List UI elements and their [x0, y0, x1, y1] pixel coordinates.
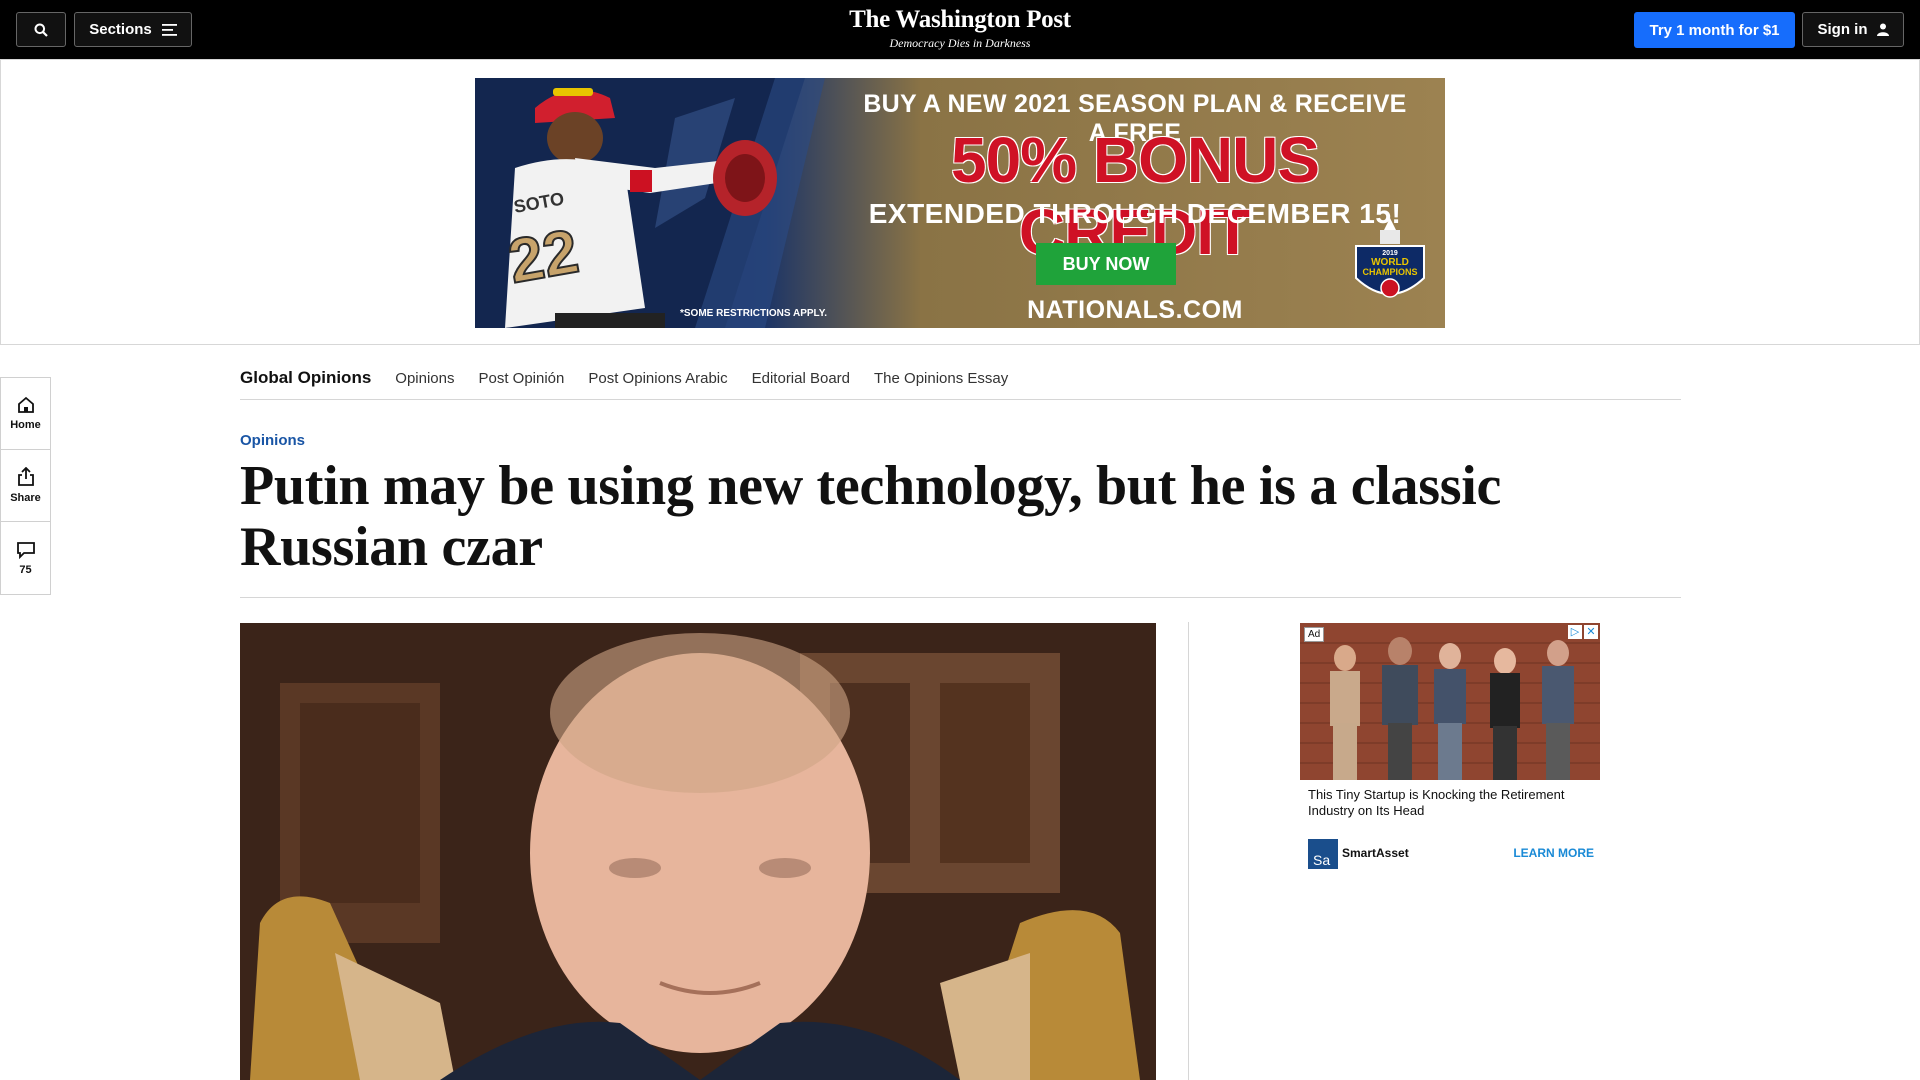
banner-line-3: EXTENDED THROUGH DECEMBER 15! [868, 198, 1402, 229]
ad-label: Ad [1304, 627, 1325, 642]
comments-rail-button[interactable]: 75 [1, 522, 50, 594]
ad-photo[interactable]: Ad ▷ ✕ [1300, 623, 1600, 780]
home-rail-button[interactable]: Home [1, 378, 50, 450]
jersey-number: 22 [503, 217, 583, 297]
ad-choices[interactable]: ▷ ✕ [1568, 625, 1598, 639]
ad-photo-image [1300, 623, 1600, 780]
masthead-logo[interactable]: The Washington Post Democracy Dies in Da… [760, 5, 1160, 50]
sections-label: Sections [89, 21, 152, 38]
article-action-rail: Home Share 75 [0, 377, 51, 595]
article-headline: Putin may be using new technology, but h… [240, 455, 1502, 578]
buy-now-button[interactable]: BUY NOW [1036, 243, 1176, 285]
banner-restrictions: *SOME RESTRICTIONS APPLY. [680, 308, 828, 319]
top-navigation-bar: Sections The Washington Post Democracy D… [0, 0, 1920, 59]
sign-in-button[interactable]: Sign in [1802, 12, 1904, 47]
comment-icon [16, 541, 35, 559]
sign-in-label: Sign in [1817, 21, 1868, 38]
section-nav-brand[interactable]: Global Opinions [240, 368, 371, 388]
section-navigation: Global Opinions Opinions Post Opinión Po… [240, 357, 1681, 400]
learn-more-link[interactable]: LEARN MORE [1513, 846, 1594, 860]
share-rail-button[interactable]: Share [1, 450, 50, 522]
adchoices-icon[interactable]: ▷ [1568, 625, 1582, 639]
banner-domain: NATIONALS.COM [1027, 296, 1243, 324]
column-divider [1188, 622, 1189, 1080]
home-icon [17, 396, 34, 413]
user-icon [1876, 23, 1889, 36]
world-champions-badge-icon: 2019 WORLD CHAMPIONS [1355, 218, 1425, 298]
baseball-player-image: SOTO 22 [475, 78, 825, 328]
menu-icon [161, 23, 177, 36]
comments-count: 75 [19, 563, 32, 576]
badge-year: 2019 [1382, 250, 1398, 257]
site-tagline: Democracy Dies in Darkness [889, 36, 1031, 50]
section-link-opinions[interactable]: Opinions [395, 370, 454, 387]
close-icon[interactable]: ✕ [1584, 625, 1598, 639]
headline-divider [240, 597, 1681, 598]
section-link-editorial-board[interactable]: Editorial Board [752, 370, 850, 387]
lead-photo[interactable] [240, 623, 1156, 1080]
sections-menu-button[interactable]: Sections [74, 12, 192, 47]
subscribe-button[interactable]: Try 1 month for $1 [1634, 12, 1795, 48]
search-button[interactable] [16, 12, 66, 47]
ad-headline[interactable]: This Tiny Startup is Knocking the Retire… [1308, 787, 1598, 819]
badge-line-2: CHAMPIONS [1362, 267, 1417, 277]
sponsor-logo: Sa [1308, 839, 1338, 869]
section-link-post-opinions-arabic[interactable]: Post Opinions Arabic [588, 370, 727, 387]
article-kicker[interactable]: Opinions [240, 432, 305, 449]
section-link-opinions-essay[interactable]: The Opinions Essay [874, 370, 1008, 387]
lead-photo-image [240, 623, 1156, 1080]
site-logo[interactable]: The Washington Post [760, 5, 1160, 35]
share-icon [17, 467, 34, 486]
sidebar-native-ad[interactable]: Ad ▷ ✕ This Tiny Startup is Knocking the… [1300, 623, 1600, 873]
section-link-post-opinion[interactable]: Post Opinión [478, 370, 564, 387]
nationals-banner-ad[interactable]: SOTO 22 BUY A NEW 2021 SEASON PLAN & REC… [475, 78, 1445, 328]
sponsor-name: SmartAsset [1342, 846, 1409, 860]
search-icon [34, 23, 48, 37]
share-rail-label: Share [10, 492, 41, 504]
home-rail-label: Home [10, 419, 41, 431]
